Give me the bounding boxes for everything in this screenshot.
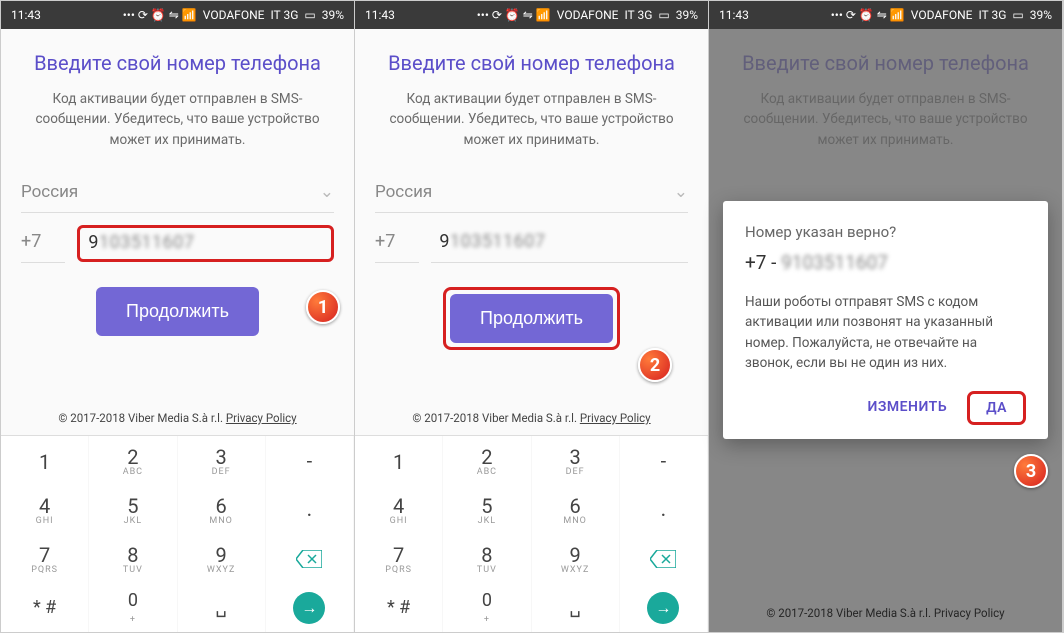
key-go[interactable]: → [620, 583, 708, 632]
key-1[interactable]: 1 [1, 436, 89, 485]
go-icon: → [293, 592, 325, 624]
key-space[interactable]: ␣ [532, 583, 620, 632]
key-go[interactable]: → [266, 583, 354, 632]
status-battery: 39% [322, 8, 344, 22]
battery-icon: ▭ [1012, 8, 1023, 22]
key-symbols[interactable]: * # [1, 583, 89, 632]
page-title: Введите свой номер телефона [375, 51, 688, 75]
dialog-text: Наши роботы отправят SMS с кодом активац… [745, 292, 1026, 373]
key-symbols[interactable]: * # [355, 583, 443, 632]
key-dot[interactable]: . [620, 485, 708, 534]
key-3[interactable]: 3DEF [178, 436, 266, 485]
step-badge-2: 2 [638, 348, 672, 382]
dialog-yes-button[interactable]: ДА [967, 391, 1026, 425]
key-8[interactable]: 8TUV [443, 534, 531, 583]
step-badge-3: 3 [1014, 454, 1048, 488]
key-6[interactable]: 6MNO [532, 485, 620, 534]
page-subtitle: Код активации будет отправлен в SMS-сооб… [21, 89, 334, 150]
phone-prefix: +7 [375, 225, 419, 263]
key-space[interactable]: ␣ [178, 583, 266, 632]
go-icon: → [647, 592, 679, 624]
status-bar: 11:43 ••• ⟳ ⏰ ⇋ 📶 VODAFONE IT 3G ▭ 39% [709, 1, 1062, 29]
key-2[interactable]: 2ABC [89, 436, 177, 485]
status-icons: ••• ⟳ ⏰ ⇋ 📶 [123, 8, 197, 22]
key-dash[interactable]: - [620, 436, 708, 485]
status-carrier: VODAFONE [203, 8, 265, 22]
status-network: IT 3G [270, 8, 298, 22]
dialog-title: Номер указан верно? [745, 223, 1026, 241]
privacy-link[interactable]: Privacy Policy [226, 411, 297, 425]
continue-button[interactable]: Продолжить [450, 294, 613, 343]
continue-button[interactable]: Продолжить [96, 287, 259, 336]
continue-button-highlight: Продолжить [443, 287, 620, 350]
numeric-keypad: 1 2ABC 3DEF - 4GHI 5JKL 6MNO . 7PQRS 8TU… [355, 435, 708, 632]
key-dot[interactable]: . [266, 485, 354, 534]
key-9[interactable]: 9WXYZ [532, 534, 620, 583]
confirm-dialog: Номер указан верно? +7 - 9103511607 Наши… [723, 201, 1048, 439]
phone-number-input[interactable]: 9103511607 [77, 225, 334, 262]
key-6[interactable]: 6MNO [178, 485, 266, 534]
status-bar: 11:43 ••• ⟳ ⏰ ⇋ 📶 VODAFONE IT 3G ▭ 39% [355, 1, 708, 29]
numeric-keypad: 1 2ABC 3DEF - 4GHI 5JKL 6MNO . 7PQRS 8TU… [1, 435, 354, 632]
dialog-number: +7 - 9103511607 [745, 251, 1026, 274]
status-time: 11:43 [11, 8, 41, 22]
key-4[interactable]: 4GHI [355, 485, 443, 534]
status-bar: 11:43 ••• ⟳ ⏰ ⇋ 📶 VODAFONE IT 3G ▭ 39% [1, 1, 354, 29]
page-title: Введите свой номер телефона [21, 51, 334, 75]
key-1[interactable]: 1 [355, 436, 443, 485]
key-3[interactable]: 3DEF [532, 436, 620, 485]
country-label: Россия [21, 182, 78, 202]
phone-number-input[interactable]: 9103511607 [431, 225, 688, 263]
screen-2: 11:43 ••• ⟳ ⏰ ⇋ 📶 VODAFONE IT 3G ▭ 39% В… [355, 1, 709, 632]
key-7[interactable]: 7PQRS [355, 534, 443, 583]
key-backspace[interactable] [620, 534, 708, 583]
key-5[interactable]: 5JKL [89, 485, 177, 534]
screen-3: 11:43 ••• ⟳ ⏰ ⇋ 📶 VODAFONE IT 3G ▭ 39% В… [709, 1, 1063, 632]
key-4[interactable]: 4GHI [1, 485, 89, 534]
battery-icon: ▭ [658, 8, 669, 22]
screen-1: 11:43 ••• ⟳ ⏰ ⇋ 📶 VODAFONE IT 3G ▭ 39% В… [1, 1, 355, 632]
key-backspace[interactable] [266, 534, 354, 583]
country-selector[interactable]: Россия ⌄ [21, 178, 334, 213]
chevron-down-icon: ⌄ [320, 182, 334, 202]
key-5[interactable]: 5JKL [443, 485, 531, 534]
footer: © 2017-2018 Viber Media S.à r.l. Privacy… [21, 399, 334, 435]
key-dash[interactable]: - [266, 436, 354, 485]
key-9[interactable]: 9WXYZ [178, 534, 266, 583]
backspace-icon [295, 548, 323, 570]
backspace-icon [649, 548, 677, 570]
phone-prefix: +7 [21, 225, 65, 263]
key-0[interactable]: 0+ [89, 583, 177, 632]
footer: © 2017-2018 Viber Media S.à r.l. Privacy… [375, 399, 688, 435]
key-7[interactable]: 7PQRS [1, 534, 89, 583]
battery-icon: ▭ [304, 8, 315, 22]
key-0[interactable]: 0+ [443, 583, 531, 632]
privacy-link[interactable]: Privacy Policy [580, 411, 651, 425]
step-badge-1: 1 [306, 290, 340, 324]
chevron-down-icon: ⌄ [674, 182, 688, 202]
country-selector[interactable]: Россия ⌄ [375, 178, 688, 213]
key-2[interactable]: 2ABC [443, 436, 531, 485]
key-8[interactable]: 8TUV [89, 534, 177, 583]
page-subtitle: Код активации будет отправлен в SMS-сооб… [375, 89, 688, 150]
dialog-change-button[interactable]: ИЗМЕНИТЬ [856, 391, 960, 425]
